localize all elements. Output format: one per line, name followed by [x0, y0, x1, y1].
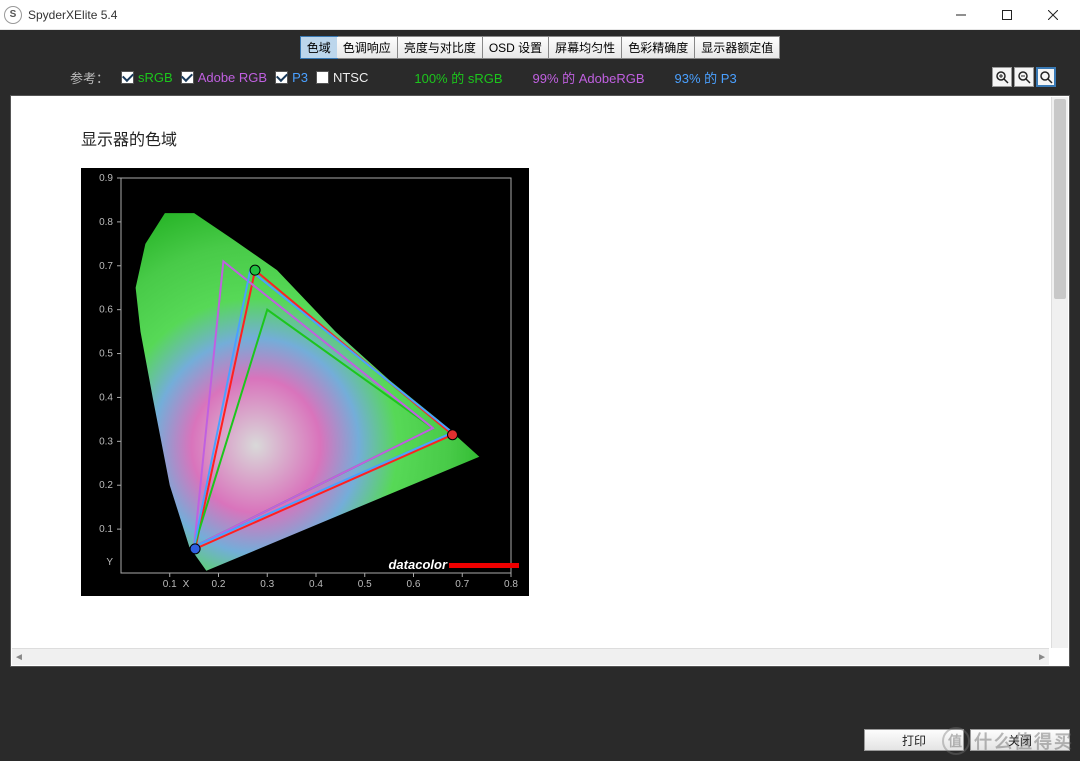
app-icon: S: [4, 6, 22, 24]
svg-text:0.4: 0.4: [99, 392, 113, 403]
result-srgb: 100% 的 sRGB: [414, 68, 502, 87]
svg-text:0.2: 0.2: [99, 480, 113, 491]
svg-text:Y: Y: [106, 557, 113, 568]
tabs: 色域 色调响应 亮度与对比度 OSD 设置 屏幕均匀性 色彩精确度 显示器额定值: [300, 36, 780, 59]
chart-svg: 0.1 0.2 0.3 0.4 0.5 0.6 0.7 0.8 0.1 0.2 0.3 0.4 0.5 0…: [81, 168, 529, 596]
svg-text:0.1: 0.1: [99, 524, 113, 535]
vertical-scrollbar[interactable]: [1051, 97, 1068, 648]
checkbox-p3[interactable]: [275, 71, 288, 84]
maximize-button[interactable]: [984, 0, 1030, 30]
checkbox-ntsc[interactable]: [316, 71, 329, 84]
horizontal-scrollbar[interactable]: ◄►: [12, 648, 1049, 665]
zoom-in-button[interactable]: [992, 67, 1012, 87]
zoom-buttons: [992, 67, 1056, 87]
close-app-button[interactable]: 关闭: [970, 729, 1070, 751]
svg-text:0.3: 0.3: [260, 579, 274, 590]
svg-text:0.3: 0.3: [99, 436, 113, 447]
tab-rating[interactable]: 显示器额定值: [695, 37, 779, 58]
zoom-out-button[interactable]: [1014, 67, 1034, 87]
ref-adobergb[interactable]: Adobe RGB: [181, 70, 267, 85]
gamut-chart: 0.1 0.2 0.3 0.4 0.5 0.6 0.7 0.8 0.1 0.2 0.3 0.4 0.5 0…: [81, 168, 529, 596]
svg-text:0.8: 0.8: [99, 217, 113, 228]
result-adobergb: 99% 的 AdobeRGB: [533, 68, 645, 87]
chart-title: 显示器的色域: [81, 126, 1069, 150]
ref-p3[interactable]: P3: [275, 70, 308, 85]
svg-text:0.6: 0.6: [99, 305, 113, 316]
content-panel: 显示器的色域 0.1 0.2 0.3 0.4 0.5 0.6 0.7 0.8 0.1 0.2 0.3…: [10, 95, 1070, 667]
svg-text:0.1: 0.1: [163, 579, 177, 590]
ref-srgb[interactable]: sRGB: [121, 70, 173, 85]
svg-text:0.9: 0.9: [99, 173, 113, 184]
tab-uniformity[interactable]: 屏幕均匀性: [549, 37, 622, 58]
tab-tone[interactable]: 色调响应: [337, 37, 398, 58]
zoom-fit-button[interactable]: [1036, 67, 1056, 87]
close-button[interactable]: [1030, 0, 1076, 30]
tab-osd[interactable]: OSD 设置: [483, 37, 549, 58]
minimize-button[interactable]: [938, 0, 984, 30]
reference-label: 参考：: [70, 68, 109, 87]
content-scroll[interactable]: 显示器的色域 0.1 0.2 0.3 0.4 0.5 0.6 0.7 0.8 0.1 0.2 0.3…: [11, 96, 1069, 650]
tab-gamut[interactable]: 色域: [300, 36, 338, 59]
svg-text:X: X: [183, 579, 190, 590]
checkbox-adobergb[interactable]: [181, 71, 194, 84]
app-body: 色域 色调响应 亮度与对比度 OSD 设置 屏幕均匀性 色彩精确度 显示器额定值…: [0, 30, 1080, 761]
tabs-row: 色域 色调响应 亮度与对比度 OSD 设置 屏幕均匀性 色彩精确度 显示器额定值: [10, 36, 1070, 59]
checkbox-srgb[interactable]: [121, 71, 134, 84]
window-title: SpyderXElite 5.4: [28, 8, 938, 22]
tab-brightness[interactable]: 亮度与对比度: [398, 37, 483, 58]
window-titlebar: S SpyderXElite 5.4: [0, 0, 1080, 30]
svg-text:0.6: 0.6: [407, 579, 421, 590]
ref-ntsc[interactable]: NTSC: [316, 70, 368, 85]
svg-text:0.8: 0.8: [504, 579, 518, 590]
svg-text:0.2: 0.2: [212, 579, 226, 590]
brand-logo: datacolor: [388, 557, 519, 572]
reference-row: 参考： sRGB Adobe RGB P3 NTSC 100% 的 sRGB 9…: [10, 59, 1070, 95]
svg-text:0.4: 0.4: [309, 579, 323, 590]
svg-text:0.5: 0.5: [99, 349, 113, 360]
print-button[interactable]: 打印: [864, 729, 964, 751]
svg-text:0.7: 0.7: [99, 261, 113, 272]
tab-accuracy[interactable]: 色彩精确度: [622, 37, 695, 58]
svg-text:0.7: 0.7: [455, 579, 469, 590]
result-p3: 93% 的 P3: [675, 68, 737, 87]
footer-row: 打印 关闭: [864, 729, 1070, 751]
svg-text:0.5: 0.5: [358, 579, 372, 590]
